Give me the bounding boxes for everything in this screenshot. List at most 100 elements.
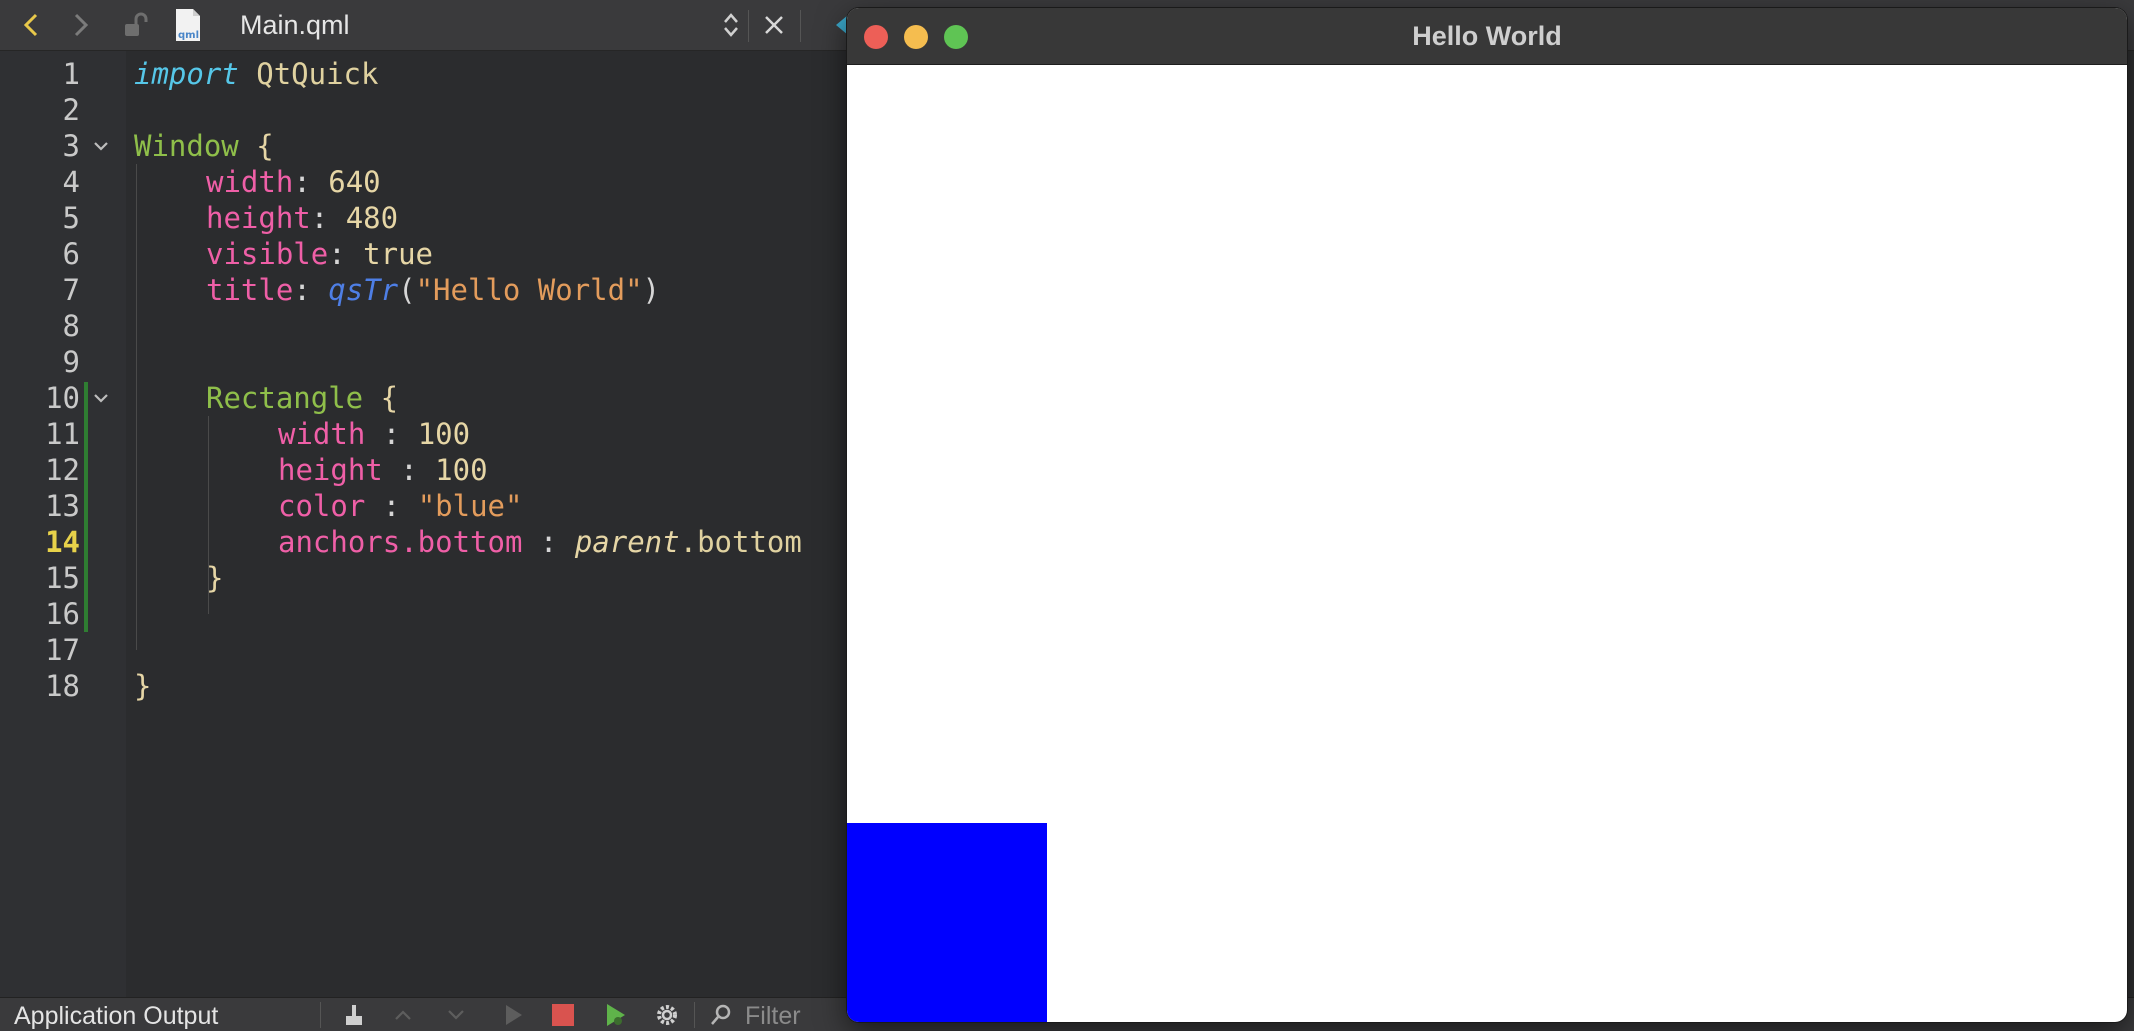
line-number: 17 (45, 633, 80, 667)
keyword-token: import (134, 57, 239, 91)
colon-token: : (310, 201, 329, 235)
identifier-token: parent (574, 525, 680, 559)
brace-token: } (134, 669, 152, 703)
toolbar-divider (694, 1002, 695, 1028)
line-number: 11 (45, 417, 80, 451)
number-token: 640 (328, 165, 381, 199)
number-token: 480 (345, 201, 399, 235)
line-number: 16 (45, 597, 80, 631)
svg-text:qml: qml (178, 30, 199, 41)
chevron-down-icon (94, 394, 108, 403)
close-window-button[interactable] (864, 25, 888, 49)
output-pane-title[interactable]: Application Output (14, 1002, 218, 1031)
code-line-14: anchors.bottom : parent.bottom (278, 524, 802, 560)
file-selector-arrows[interactable] (718, 0, 744, 50)
fold-marker[interactable] (92, 380, 110, 416)
chevron-down-icon (94, 142, 108, 151)
line-number: 6 (62, 237, 80, 271)
stop-icon (552, 1004, 574, 1026)
property-token: anchors.bottom (278, 525, 523, 559)
property-token: color (278, 489, 366, 523)
hello-world-window[interactable]: Hello World (847, 8, 2127, 1022)
clear-output-button[interactable] (338, 1000, 372, 1030)
string-token: "blue" (417, 489, 523, 523)
stop-button[interactable] (548, 1000, 578, 1030)
property-token: width (278, 417, 366, 451)
code-line-12: height : 100 (278, 452, 488, 488)
line-number: 5 (62, 201, 80, 235)
settings-button[interactable] (652, 1000, 682, 1030)
minimize-window-button[interactable] (904, 25, 928, 49)
paren-token: ) (642, 273, 661, 307)
line-number: 8 (62, 309, 80, 343)
up-down-arrows-icon (724, 13, 738, 37)
chevron-left-icon (23, 13, 38, 37)
code-line-1: import QtQuick (134, 56, 378, 92)
colon-token: : (382, 489, 401, 523)
property-token: height (206, 201, 311, 235)
forward-button[interactable] (64, 0, 98, 50)
code-line-7: title: qsTr("Hello World") (206, 272, 660, 308)
colon-token: : (382, 417, 401, 451)
code-line-10: Rectangle { (206, 380, 398, 416)
filter-search-button[interactable] (706, 1000, 736, 1030)
indent-guide (136, 164, 137, 650)
brace-token: { (256, 129, 274, 163)
chevron-up-icon (395, 1010, 411, 1020)
window-title: Hello World (1412, 21, 1562, 51)
rerun-button[interactable] (498, 1000, 528, 1030)
line-number: 13 (45, 489, 80, 523)
current-line-number: 14 (45, 525, 80, 559)
search-icon (711, 1004, 731, 1025)
brace-token: { (380, 381, 399, 415)
attach-debugger-button[interactable] (601, 1000, 631, 1030)
chevron-down-icon (448, 1010, 464, 1020)
code-line-5: height: 480 (206, 200, 398, 236)
paren-token: ( (398, 273, 416, 307)
lock-button[interactable] (118, 0, 152, 50)
chevron-right-icon (74, 13, 89, 37)
zoom-window-button[interactable] (944, 25, 968, 49)
number-token: 100 (435, 453, 488, 487)
boolean-token: true (363, 237, 433, 271)
string-token: "Hello World" (415, 273, 643, 307)
code-line-4: width: 640 (206, 164, 381, 200)
next-item-button[interactable] (441, 1000, 471, 1030)
unlock-icon (125, 12, 148, 36)
back-button[interactable] (14, 0, 48, 50)
colon-token: : (400, 453, 418, 487)
debug-play-icon (607, 1004, 625, 1026)
line-number: 4 (62, 165, 80, 199)
line-number: 3 (62, 129, 80, 163)
type-token: Window (134, 129, 239, 163)
line-number-gutter: 1 2 3 4 5 6 7 8 9 10 11 12 13 14 15 16 1… (0, 51, 126, 997)
close-icon (765, 16, 783, 34)
code-line-11: width : 100 (278, 416, 470, 452)
line-number: 12 (45, 453, 80, 487)
colon-token: : (328, 237, 346, 271)
function-token: qsTr (328, 273, 399, 307)
fold-marker[interactable] (92, 128, 110, 164)
line-number: 7 (62, 273, 80, 307)
blue-rectangle (847, 823, 1047, 1022)
code-line-17: } (134, 668, 151, 704)
code-line-6: visible: true (206, 236, 433, 272)
toolbar-divider (320, 1002, 321, 1028)
previous-item-button[interactable] (388, 1000, 418, 1030)
code-line-15: } (206, 560, 223, 596)
code-line-3: Window { (134, 128, 274, 164)
code-editor[interactable]: import QtQuick Window { width: 640 heigh… (126, 51, 846, 997)
file-name-label[interactable]: Main.qml (240, 0, 360, 50)
line-number: 18 (45, 669, 80, 703)
line-number: 1 (62, 57, 80, 91)
line-number: 9 (62, 345, 80, 379)
number-token: 100 (417, 417, 471, 451)
colon-token: : (293, 165, 311, 199)
window-titlebar[interactable]: Hello World (847, 8, 2127, 65)
member-token: .bottom (679, 525, 802, 559)
play-icon (506, 1005, 522, 1025)
close-file-button[interactable] (757, 0, 791, 50)
filter-input[interactable]: Filter (745, 1002, 801, 1031)
gear-icon (657, 1005, 677, 1025)
line-number: 2 (62, 93, 80, 127)
